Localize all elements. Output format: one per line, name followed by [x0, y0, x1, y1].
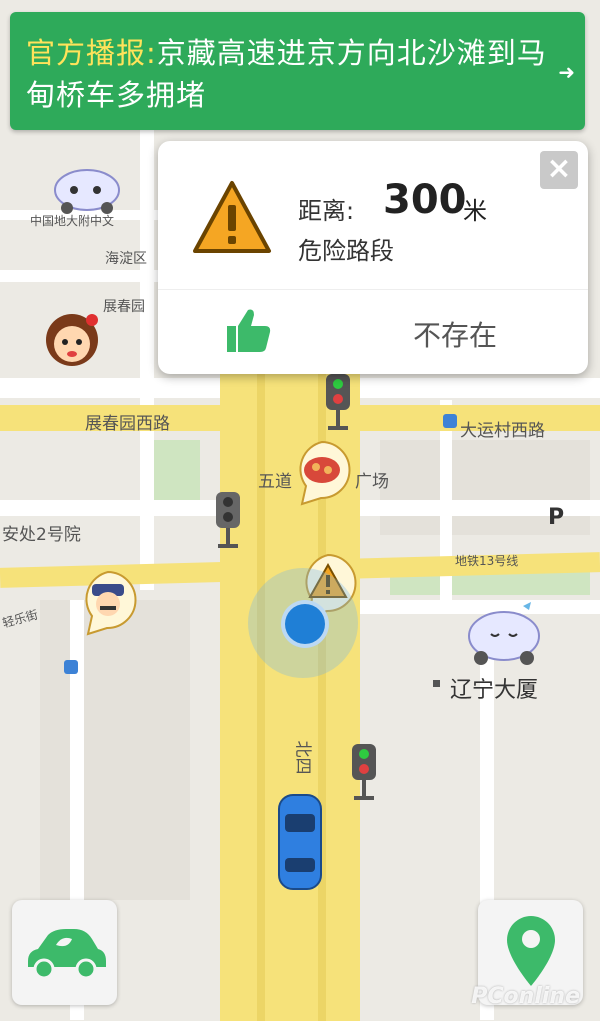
- distance-label: 距离:: [298, 197, 355, 225]
- map-road: [0, 270, 160, 282]
- map-label: 广场: [355, 472, 389, 492]
- current-location-dot: [281, 600, 329, 648]
- traffic-light-icon: [352, 744, 376, 800]
- map-label: 大运村西路: [460, 421, 545, 441]
- user-car-avatar-icon[interactable]: [465, 600, 543, 666]
- subway-icon: [443, 414, 457, 428]
- arrow-right-icon: ➜: [558, 60, 575, 84]
- map-label: 北四: [292, 740, 313, 775]
- distance-value: 300: [383, 177, 467, 223]
- subway-icon: [64, 660, 78, 674]
- map-block: [40, 600, 190, 900]
- distance-unit: 米: [463, 197, 487, 225]
- watermark: PConline: [471, 984, 580, 1009]
- map-label: 地铁13号线: [455, 554, 519, 568]
- close-button[interactable]: ×: [540, 151, 578, 189]
- broadcast-text: 官方播报:京藏高速进京方向北沙滩到马甸桥车多拥堵: [26, 32, 571, 116]
- close-icon: ×: [546, 151, 572, 186]
- map-dot: [433, 680, 440, 687]
- map-label: 五道: [258, 472, 292, 492]
- divider: [158, 289, 588, 290]
- thumbs-up-icon[interactable]: [223, 306, 273, 354]
- map-label: 展春园: [103, 299, 145, 315]
- map-label: 辽宁大厦: [450, 678, 539, 703]
- not-exist-button[interactable]: 不存在: [413, 314, 497, 354]
- hazard-type: 危险路段: [298, 237, 394, 265]
- map-label: 海淀区: [105, 251, 147, 267]
- car-mode-button[interactable]: [12, 900, 117, 1005]
- map-label: 安处2号院: [2, 525, 81, 545]
- my-car-icon: [278, 794, 322, 890]
- map-road: [140, 130, 154, 590]
- police-report-icon[interactable]: [78, 570, 138, 636]
- hazard-popup: × 距离: 300 米 危险路段 不存在: [158, 141, 588, 374]
- traffic-light-icon: [326, 374, 350, 430]
- food-report-icon[interactable]: [292, 440, 352, 506]
- broadcast-prefix: 官方播报:: [26, 36, 157, 70]
- park-area: [150, 440, 200, 500]
- traffic-light-icon: [216, 492, 240, 548]
- user-avatar-icon[interactable]: [40, 310, 105, 370]
- location-pin-icon: [507, 916, 555, 986]
- map-label: P: [548, 505, 565, 530]
- warning-icon: [193, 181, 271, 253]
- user-car-avatar-icon[interactable]: [52, 160, 122, 215]
- car-icon: [28, 929, 106, 980]
- map-label: 轻乐街: [0, 607, 40, 631]
- broadcast-banner[interactable]: 官方播报:京藏高速进京方向北沙滩到马甸桥车多拥堵 ➜: [10, 12, 585, 130]
- map-label: 展春园西路: [85, 414, 170, 434]
